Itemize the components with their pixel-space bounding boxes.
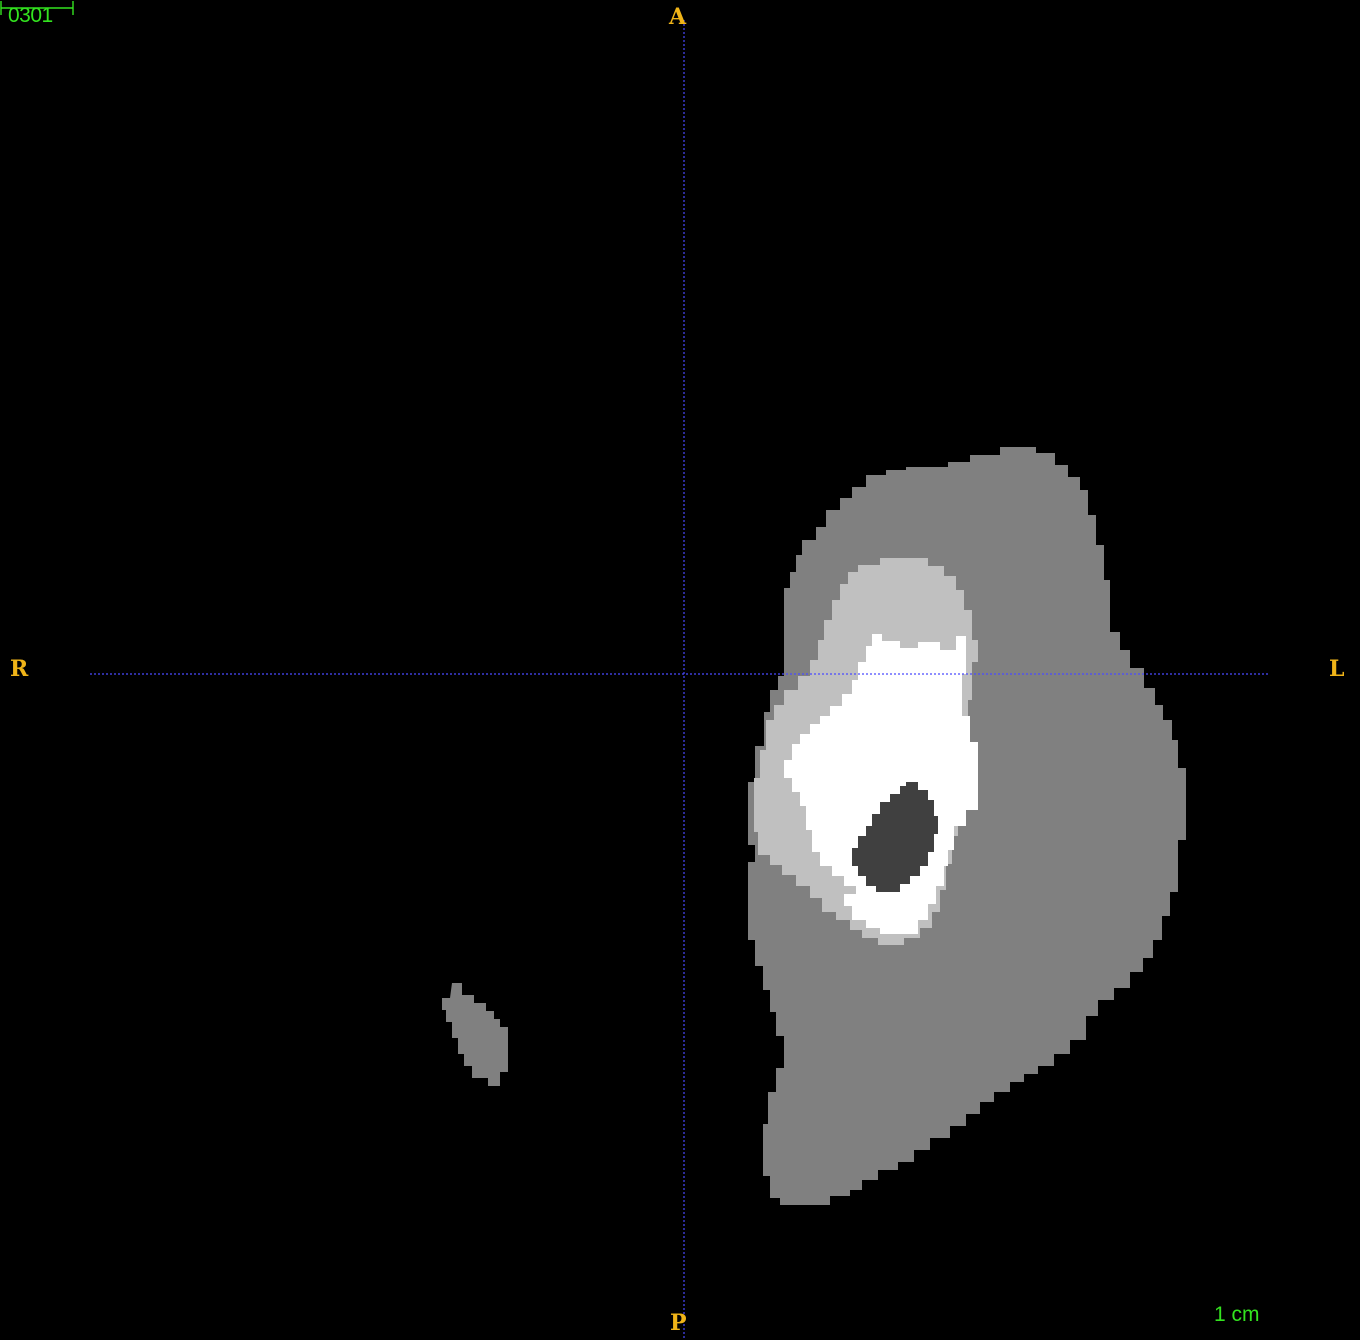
small-soft-tissue-region [442, 983, 508, 1086]
orientation-label-left: L [1329, 656, 1345, 682]
scale-bar [0, 1, 74, 15]
orientation-label-right: R [10, 656, 29, 682]
slice-image [90, 20, 1270, 1340]
image-viewport[interactable]: 0301 A P R L 1 cm [0, 0, 1360, 1340]
orientation-label-anterior: A [669, 4, 687, 30]
scale-bar-label: 1 cm [1214, 1303, 1260, 1326]
orientation-label-posterior: P [670, 1310, 687, 1336]
